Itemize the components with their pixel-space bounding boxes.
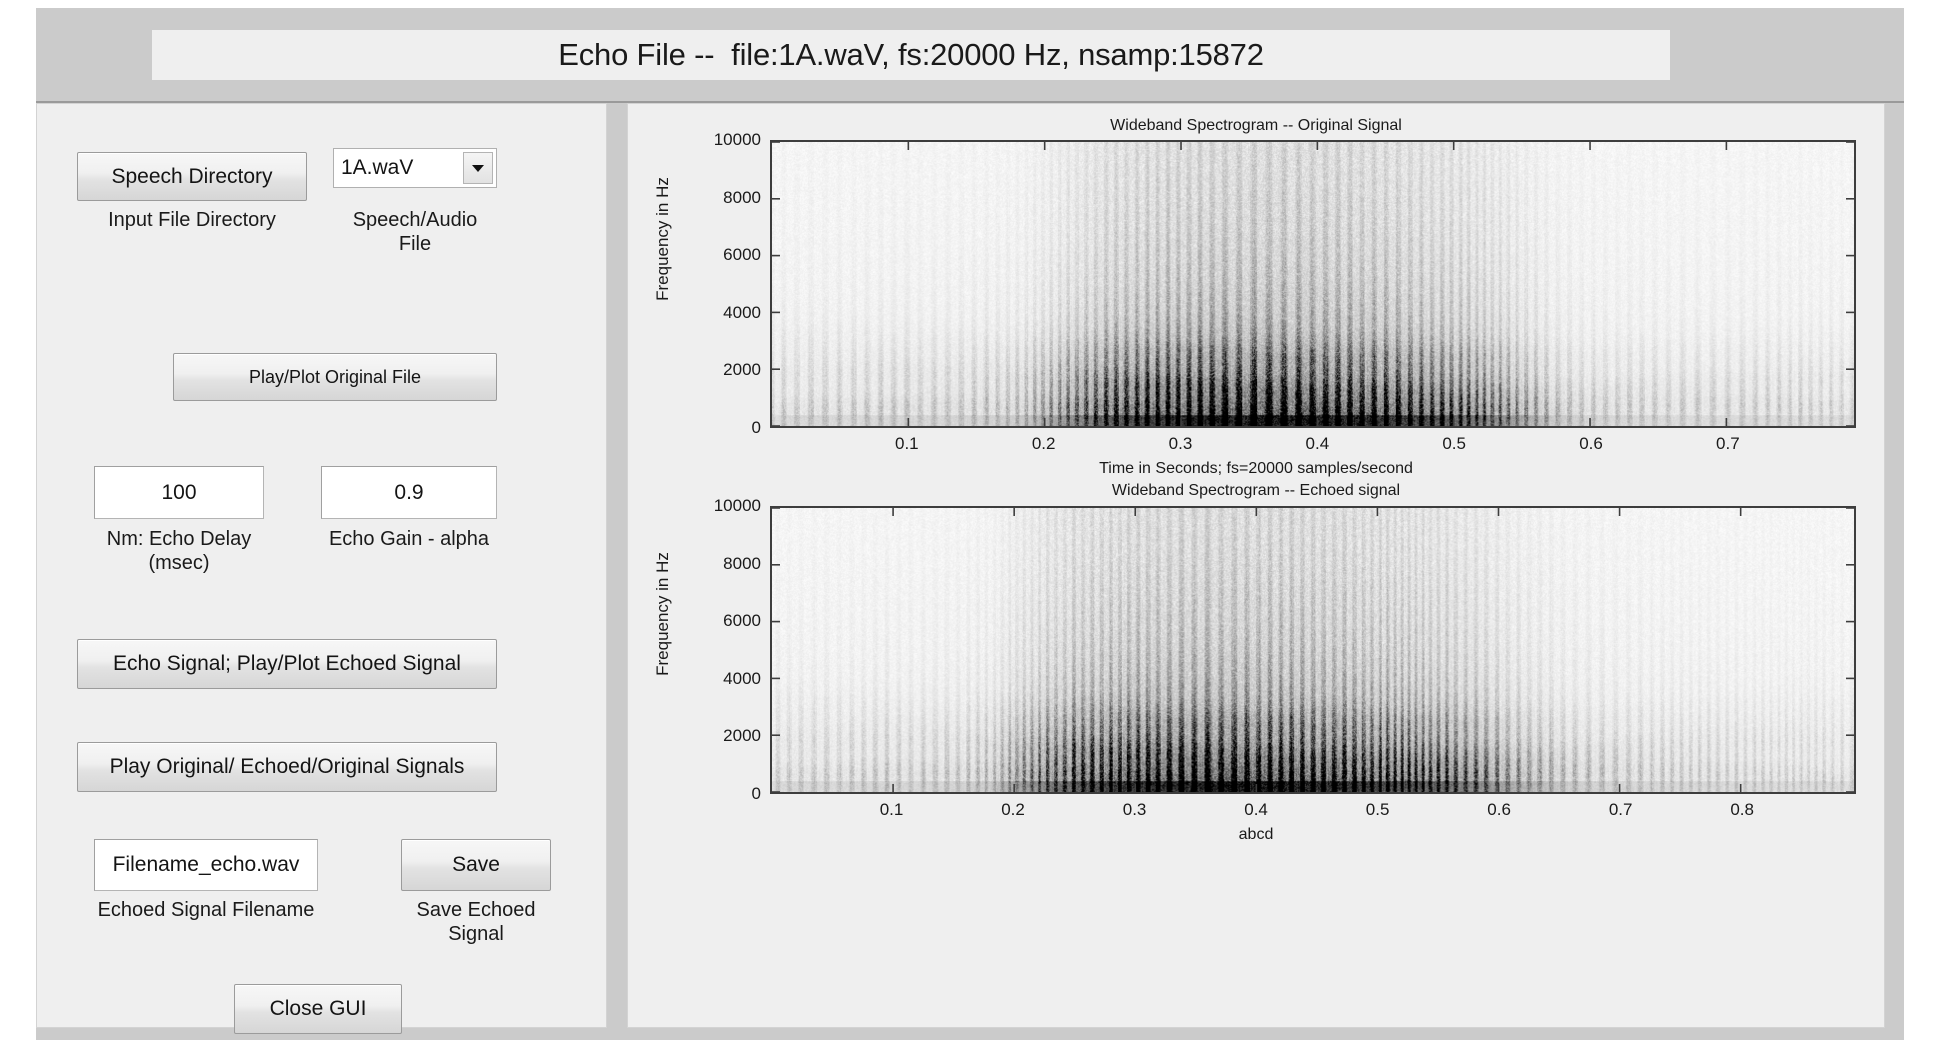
ytick: 10000 <box>713 130 761 149</box>
xtick: 0.1 <box>895 434 919 453</box>
xtick: 0.1 <box>879 800 904 819</box>
ytick: 8000 <box>723 553 761 573</box>
echoed-spectrogram-title: Wideband Spectrogram -- Echoed signal <box>1111 482 1401 499</box>
ytick: 4000 <box>723 668 761 688</box>
ytick: 2000 <box>723 360 761 380</box>
xtick: 0.3 <box>1122 800 1147 819</box>
original-spectrogram-title: Wideband Spectrogram -- Original Signal <box>1110 117 1402 134</box>
play-all-signals-button[interactable]: Play Original/ Echoed/Original Signals <box>77 742 497 792</box>
original-spectrogram-image <box>772 142 1854 426</box>
ytick: 6000 <box>723 245 761 265</box>
xtick: 0.5 <box>1365 800 1390 819</box>
title-box: Echo File -- file:1A.waV, fs:20000 Hz, n… <box>152 30 1670 80</box>
ytick: 4000 <box>723 302 761 322</box>
echoed-spectrogram-axes <box>770 506 1856 794</box>
xtick: 0.2 <box>1001 800 1025 819</box>
save-caption: Save Echoed Signal <box>416 899 536 945</box>
original-spectrogram-figure: Wideband Spectrogram -- Original Signal … <box>628 104 1884 482</box>
xtick: 0.8 <box>1730 800 1754 819</box>
echo-gain-field[interactable]: 0.9 <box>321 466 497 519</box>
ytick: 2000 <box>723 726 761 746</box>
play-plot-original-button[interactable]: Play/Plot Original File <box>173 353 497 401</box>
xtick: 0.3 <box>1168 434 1193 453</box>
audio-file-caption: Speech/Audio File <box>352 209 478 255</box>
ytick: 10000 <box>713 496 761 515</box>
audio-file-popup[interactable]: 1A.waV <box>333 148 497 188</box>
echoed-spectrogram-figure: Wideband Spectrogram -- Echoed signal Fr… <box>628 482 1884 852</box>
speech-directory-button[interactable]: Speech Directory <box>77 152 307 201</box>
page-title: Echo File -- file:1A.waV, fs:20000 Hz, n… <box>558 37 1264 72</box>
xtick: 0.6 <box>1579 434 1603 453</box>
ytick: 6000 <box>723 611 761 631</box>
xtick: 0.7 <box>1716 434 1740 453</box>
original-spectrogram-xlabel: Time in Seconds; fs=20000 samples/second <box>1099 460 1413 477</box>
chevron-down-icon <box>463 152 493 184</box>
xtick: 0.2 <box>1031 434 1056 453</box>
echo-delay-field[interactable]: 100 <box>94 466 264 519</box>
original-spectrogram-axes <box>770 140 1856 428</box>
audio-file-popup-value: 1A.waV <box>341 156 414 179</box>
save-button[interactable]: Save <box>401 839 551 891</box>
ytick: 0 <box>751 784 761 803</box>
echoed-filename-field[interactable]: Filename_echo.wav <box>94 839 318 891</box>
xtick: 0.4 <box>1244 800 1268 819</box>
plot-panel: Wideband Spectrogram -- Original Signal … <box>627 103 1885 1028</box>
echoed-spectrogram-ytick-group: 10000 8000 6000 4000 2000 0 <box>628 496 761 803</box>
application-window: Echo File -- file:1A.waV, fs:20000 Hz, n… <box>36 8 1904 1040</box>
xtick: 0.5 <box>1442 434 1466 453</box>
ytick: 0 <box>751 418 761 437</box>
xtick: 0.4 <box>1305 434 1330 453</box>
close-gui-button[interactable]: Close GUI <box>234 984 402 1034</box>
panels-container: Speech Directory Input File Directory 1A… <box>36 103 1904 1040</box>
echo-signal-button[interactable]: Echo Signal; Play/Plot Echoed Signal <box>77 639 497 689</box>
title-bar: Echo File -- file:1A.waV, fs:20000 Hz, n… <box>36 8 1904 103</box>
echoed-spectrogram-xlabel: abcd <box>1238 826 1274 843</box>
echo-gain-caption: Echo Gain - alpha <box>328 528 490 550</box>
xtick: 0.7 <box>1608 800 1633 819</box>
original-spectrogram-ytick-group: 10000 8000 6000 4000 2000 0 <box>628 130 761 437</box>
ytick: 8000 <box>723 187 761 207</box>
original-spectrogram-xtick-group: 0.1 0.2 0.3 0.4 0.5 0.6 0.7 <box>770 434 1856 456</box>
echoed-spectrogram-image <box>772 508 1854 792</box>
echo-delay-caption: Nm: Echo Delay (msec) <box>106 528 252 574</box>
xtick: 0.6 <box>1487 800 1511 819</box>
control-panel: Speech Directory Input File Directory 1A… <box>36 103 607 1034</box>
speech-directory-caption: Input File Directory <box>108 209 276 231</box>
echoed-filename-caption: Echoed Signal Filename <box>97 899 315 921</box>
echoed-spectrogram-xtick-group: 0.1 0.2 0.3 0.4 0.5 0.6 0.7 0.8 <box>770 800 1856 822</box>
